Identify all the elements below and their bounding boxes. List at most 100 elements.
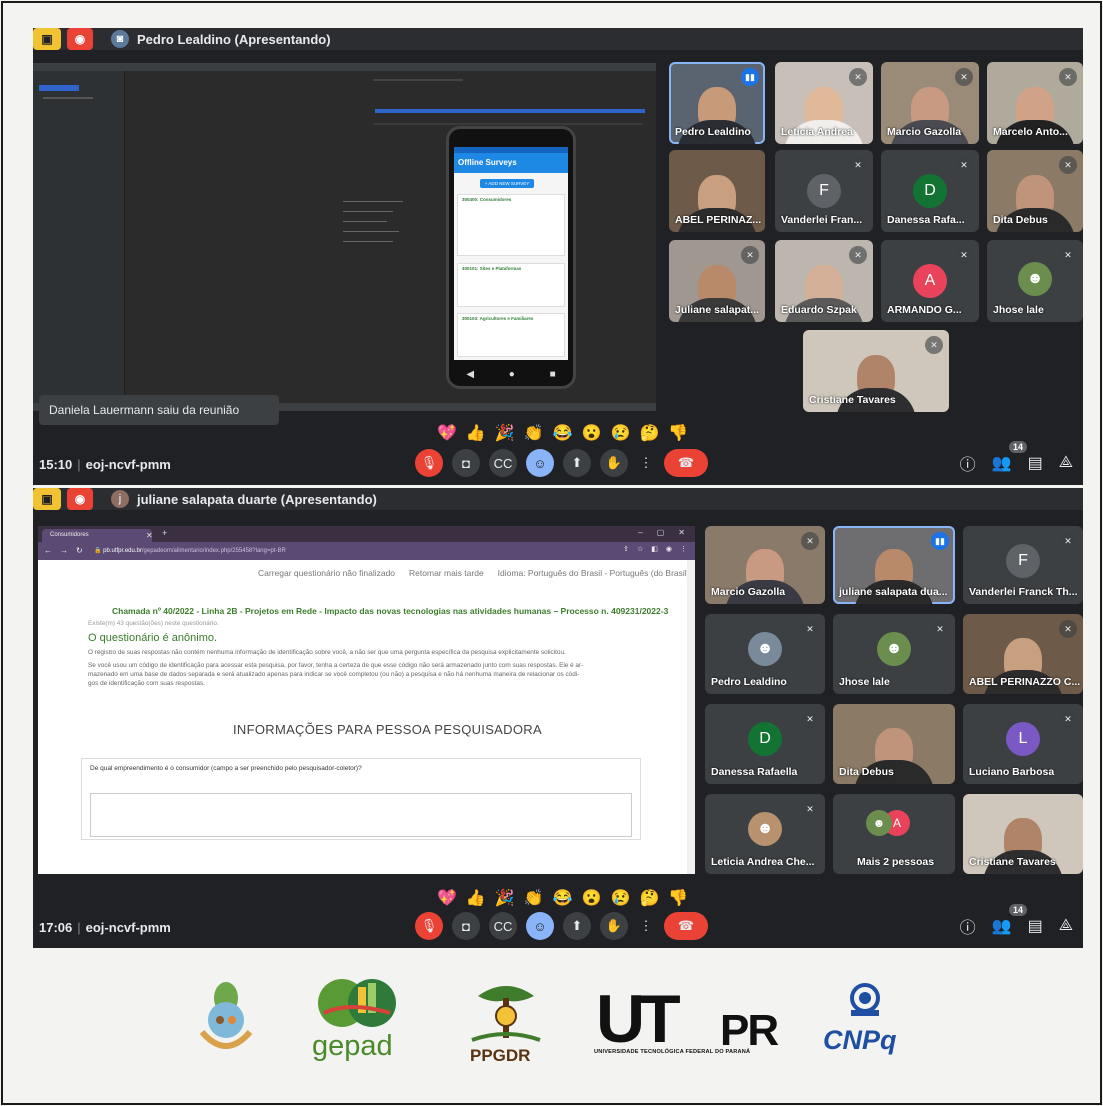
reaction-thumbs-up[interactable]: 👍 <box>466 888 486 908</box>
present-screen-icon[interactable]: ⬆ <box>563 449 591 477</box>
share-icon[interactable]: ⇪ <box>623 545 629 553</box>
people-icon[interactable]: 👥 <box>992 916 1012 936</box>
reaction-sad[interactable]: 😢 <box>611 888 631 908</box>
address-bar[interactable]: 🔒 pb.utfpr.edu.br/gepadeom/alimentario/i… <box>90 545 615 557</box>
hang-up-button[interactable]: ☎ <box>664 912 708 940</box>
participant-tile[interactable]: ☻ ✕ Pedro Lealdino <box>705 614 825 694</box>
info-icon[interactable]: ⓘ <box>960 914 976 938</box>
participant-tile[interactable]: ✕ Leticia Andrea <box>775 62 873 144</box>
participant-tile[interactable]: ▮▮ juliane salapata dua... <box>833 526 955 604</box>
chat-icon[interactable]: ▤ <box>1028 916 1043 936</box>
extensions-icon[interactable]: ◧ <box>651 545 658 553</box>
reaction-surprised[interactable]: 😮 <box>582 888 602 908</box>
recents-icon[interactable]: ■ <box>550 369 556 380</box>
camera-off-icon[interactable]: ◘ <box>452 449 480 477</box>
participant-tile[interactable]: ✕ Marcelo Anto... <box>987 62 1083 144</box>
stop-presenting-button[interactable]: ◉ <box>67 28 93 50</box>
participant-tile[interactable]: ✕ Juliane salapat... <box>669 240 765 322</box>
more-options-icon[interactable]: ⋮ <box>637 912 655 940</box>
reaction-party[interactable]: 🎉 <box>495 423 515 443</box>
star-icon[interactable]: ☆ <box>637 545 643 553</box>
captions-icon[interactable]: CC <box>489 449 517 477</box>
mic-off-icon[interactable]: 🎙 <box>415 449 443 477</box>
reaction-laugh[interactable]: 😂 <box>553 423 573 443</box>
browser-menu-icon[interactable]: ⋮ <box>680 545 687 553</box>
participant-tile[interactable]: Cristiane Tavares <box>963 794 1083 874</box>
survey-card[interactable]: 300400: Consumidores <box>457 194 565 256</box>
chat-icon[interactable]: ▤ <box>1028 453 1043 473</box>
load-unfinished-link[interactable]: Carregar questionário não finalizado <box>258 568 395 579</box>
info-icon[interactable]: ⓘ <box>960 451 976 475</box>
reaction-thumbs-down[interactable]: 👎 <box>668 888 688 908</box>
back-icon[interactable]: ◀ <box>466 369 474 380</box>
emoji-icon[interactable]: ☺ <box>526 912 554 940</box>
activities-icon[interactable]: ⟁ <box>1059 454 1073 472</box>
close-icon[interactable]: ✕ <box>678 528 685 537</box>
participant-tile[interactable]: ☻ ✕ Jhose lale <box>833 614 955 694</box>
reaction-sad[interactable]: 😢 <box>611 423 631 443</box>
activities-icon[interactable]: ⟁ <box>1059 917 1073 935</box>
reaction-clap[interactable]: 👏 <box>524 888 544 908</box>
participant-tile[interactable]: ☻ ✕ Leticia Andrea Che... <box>705 794 825 874</box>
language-select[interactable]: Idioma: Português do Brasil - Português … <box>498 568 695 579</box>
participant-tile[interactable]: ✕ Marcio Gazolla <box>705 526 825 604</box>
people-icon[interactable]: 👥 <box>992 453 1012 473</box>
reaction-party[interactable]: 🎉 <box>495 888 515 908</box>
forward-arrow-icon[interactable]: → <box>60 546 68 555</box>
emoji-icon[interactable]: ☺ <box>526 449 554 477</box>
reaction-heart[interactable]: 💖 <box>437 423 457 443</box>
more-options-icon[interactable]: ⋮ <box>637 449 655 477</box>
participant-tile[interactable]: Dita Debus <box>833 704 955 784</box>
answer-textarea[interactable] <box>90 793 632 837</box>
reaction-thinking[interactable]: 🤔 <box>639 888 659 908</box>
stop-presenting-button[interactable]: ◉ <box>67 488 93 510</box>
participant-tile[interactable]: F ✕ Vanderlei Fran... <box>775 150 873 232</box>
participant-tile[interactable]: ✕ Dita Debus <box>987 150 1083 232</box>
participant-tile[interactable]: A ☻ Mais 2 pessoas <box>833 794 955 874</box>
participant-tile[interactable]: D ✕ Danessa Rafa... <box>881 150 979 232</box>
survey-card[interactable]: 300103: Agricultores e Familiares <box>457 313 565 357</box>
reaction-laugh[interactable]: 😂 <box>553 888 573 908</box>
profile-icon[interactable]: ◉ <box>666 545 672 553</box>
reaction-thinking[interactable]: 🤔 <box>639 423 659 443</box>
participant-tile[interactable]: D ✕ Danessa Rafaella <box>705 704 825 784</box>
participant-tile[interactable]: A ✕ ARMANDO G... <box>881 240 979 322</box>
reaction-clap[interactable]: 👏 <box>524 423 544 443</box>
reaction-thumbs-up[interactable]: 👍 <box>466 423 486 443</box>
maximize-icon[interactable]: ▢ <box>657 528 665 537</box>
reload-icon[interactable]: ↻ <box>76 546 83 555</box>
resume-later-link[interactable]: Retomar mais tarde <box>409 568 484 579</box>
camera-off-icon[interactable]: ◘ <box>452 912 480 940</box>
participant-tile[interactable]: L ✕ Luciano Barbosa <box>963 704 1083 784</box>
participant-name: ABEL PERINAZ... <box>675 214 762 226</box>
participant-tile[interactable]: ☻ ✕ Jhose lale <box>987 240 1083 322</box>
tab-close-icon[interactable]: ✕ <box>146 531 153 540</box>
reaction-thumbs-down[interactable]: 👎 <box>668 423 688 443</box>
raise-hand-icon[interactable]: ✋ <box>600 449 628 477</box>
participant-tile[interactable]: F ✕ Vanderlei Franck Th... <box>963 526 1083 604</box>
mic-off-icon[interactable]: 🎙 <box>415 912 443 940</box>
present-toggle-button[interactable]: ▣ <box>33 488 61 510</box>
captions-icon[interactable]: CC <box>489 912 517 940</box>
participant-tile[interactable]: ✕ ABEL PERINAZZO C... <box>963 614 1083 694</box>
back-arrow-icon[interactable]: ← <box>44 546 52 555</box>
new-tab-icon[interactable]: + <box>162 528 167 538</box>
participant-tile[interactable]: ✕ Cristiane Tavares <box>803 330 949 412</box>
browser-tab[interactable]: Consumidores ✕ <box>42 529 153 542</box>
minimize-icon[interactable]: – <box>638 528 642 537</box>
present-screen-icon[interactable]: ⬆ <box>563 912 591 940</box>
home-icon[interactable]: ● <box>509 369 515 380</box>
participant-tile[interactable]: ▮▮ Pedro Lealdino <box>669 62 765 144</box>
present-toggle-button[interactable]: ▣ <box>33 28 61 50</box>
survey-card[interactable]: 400101: Sites e Plataformas <box>457 263 565 307</box>
ppgdr-logo-mark <box>471 986 541 1042</box>
participant-tile[interactable]: ABEL PERINAZ... <box>669 150 765 232</box>
hang-up-button[interactable]: ☎ <box>664 449 708 477</box>
participant-tile[interactable]: ✕ Marcio Gazolla <box>881 62 979 144</box>
reaction-surprised[interactable]: 😮 <box>582 423 602 443</box>
raise-hand-icon[interactable]: ✋ <box>600 912 628 940</box>
page-scrollbar[interactable] <box>687 560 695 874</box>
reaction-heart[interactable]: 💖 <box>437 888 457 908</box>
participant-tile[interactable]: ✕ Eduardo Szpak <box>775 240 873 322</box>
add-survey-button[interactable]: + ADD NEW SURVEY <box>480 179 534 188</box>
